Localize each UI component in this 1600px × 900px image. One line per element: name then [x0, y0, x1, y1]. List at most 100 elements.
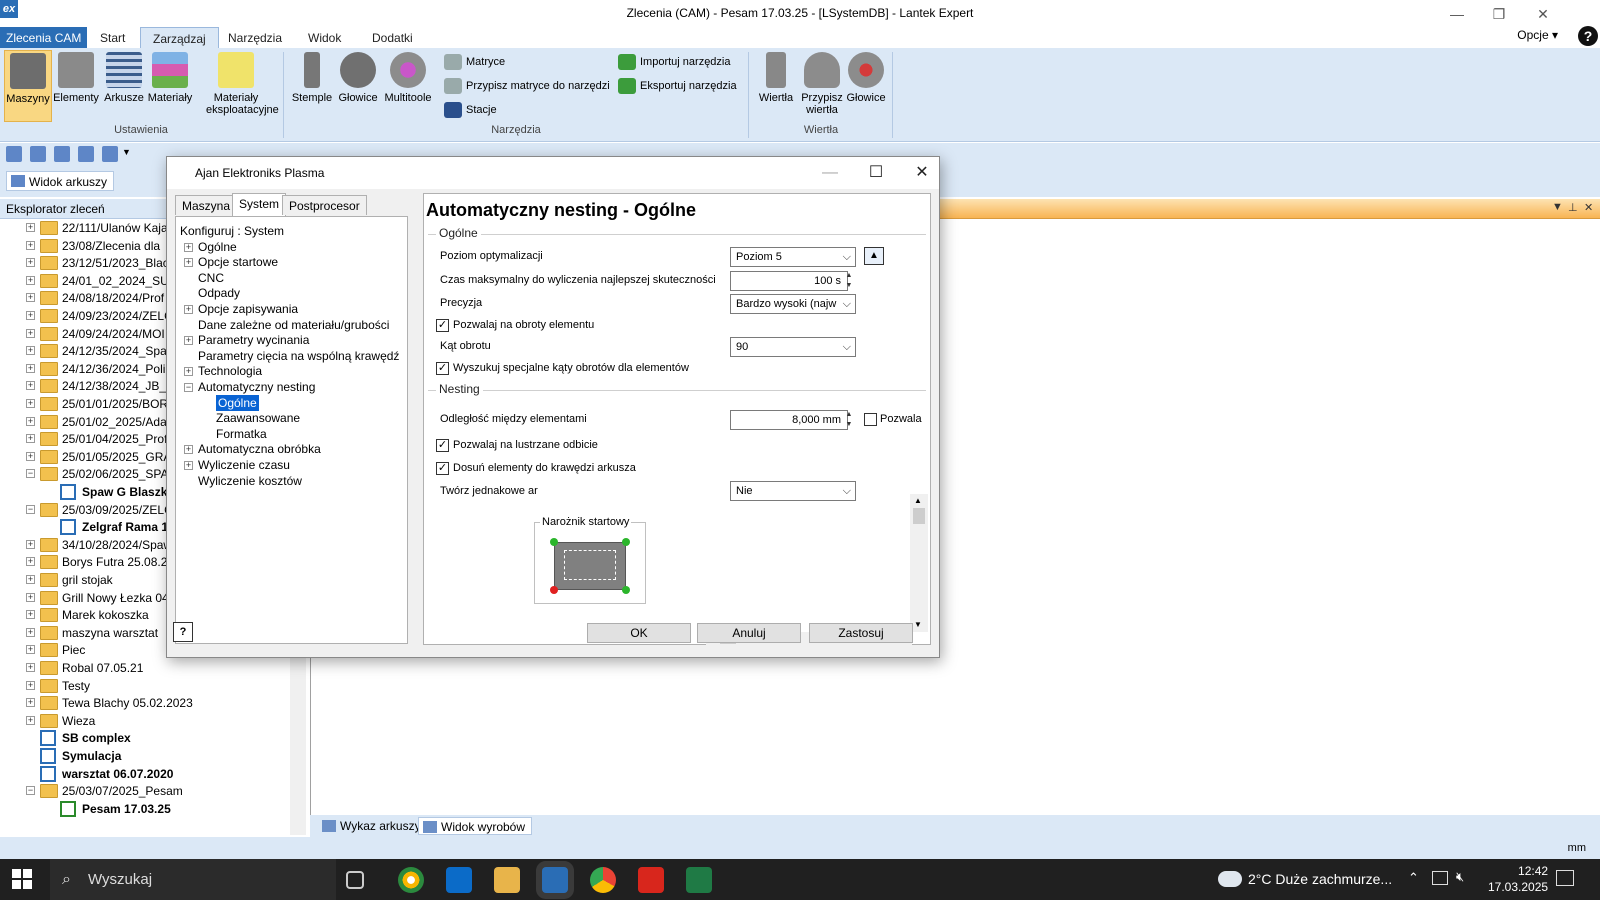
- collapse-icon[interactable]: −: [26, 469, 35, 479]
- poziom-select[interactable]: Poziom 5 ⌵: [730, 247, 856, 267]
- expand-icon[interactable]: +: [26, 627, 35, 637]
- options-menu[interactable]: Opcje ▾: [1517, 28, 1558, 42]
- przypisz-matryce-button[interactable]: Przypisz matryce do narzędzi: [444, 76, 610, 96]
- tree-item[interactable]: Konfiguruj : System: [176, 223, 406, 239]
- tree-item[interactable]: − Automatyczny nesting: [176, 379, 406, 395]
- expand-icon[interactable]: +: [184, 305, 193, 314]
- weather-widget[interactable]: 2°C Duże zachmurze...: [1218, 867, 1392, 891]
- tab-start[interactable]: Start: [88, 27, 137, 49]
- collapse-icon[interactable]: −: [26, 504, 35, 514]
- tree-item[interactable]: Parametry cięcia na wspólną krawędź: [176, 348, 406, 364]
- eksportuj-narzedzia-button[interactable]: Eksportuj narzędzia: [618, 76, 737, 96]
- expand-icon[interactable]: +: [26, 223, 35, 232]
- expand-icon[interactable]: +: [184, 336, 193, 346]
- open-icon[interactable]: [30, 146, 46, 162]
- task-view-icon[interactable]: [346, 871, 364, 889]
- specjalne-checkbox[interactable]: ✓: [436, 362, 449, 375]
- tab-narzedzia[interactable]: Narzędzia: [216, 27, 294, 49]
- tree-item[interactable]: + Automatyczna obróbka: [176, 441, 406, 457]
- expand-icon[interactable]: +: [26, 539, 35, 549]
- expand-icon[interactable]: +: [26, 680, 35, 690]
- volume-muted-icon[interactable]: 🔇︎: [1456, 869, 1464, 885]
- expand-icon[interactable]: +: [184, 367, 193, 377]
- expand-icon[interactable]: +: [26, 592, 35, 602]
- expand-icon[interactable]: +: [184, 445, 193, 455]
- minimize-button[interactable]: —: [1442, 4, 1472, 24]
- pin-icon[interactable]: ⊥: [1568, 201, 1578, 214]
- czas-spinner[interactable]: ▲ ▼: [844, 271, 854, 291]
- clock[interactable]: 12:42 17.03.2025: [1488, 863, 1548, 895]
- odleglosc-input[interactable]: 8,000 mm: [730, 410, 848, 430]
- outlook-icon[interactable]: [446, 867, 472, 893]
- przypisz-wiertla-button[interactable]: Przypisz wiertła: [798, 50, 846, 122]
- collapse-up-button[interactable]: ▲: [864, 247, 884, 265]
- tab-zlecenia-cam[interactable]: Zlecenia CAM: [0, 27, 88, 49]
- tree-item[interactable]: Wyliczenie kosztów: [176, 473, 406, 489]
- multitoole-button[interactable]: Multitoole: [384, 50, 432, 122]
- qat-dropdown-icon[interactable]: ▼: [122, 147, 131, 157]
- ok-button[interactable]: OK: [587, 623, 691, 643]
- expand-icon[interactable]: +: [26, 275, 35, 285]
- tree-item[interactable]: Odpady: [176, 285, 406, 301]
- expand-icon[interactable]: +: [26, 293, 35, 303]
- scroll-up-icon[interactable]: ▲: [914, 496, 922, 505]
- tree-item[interactable]: CNC: [176, 270, 406, 286]
- save-icon[interactable]: [54, 146, 70, 162]
- chevron-up-icon[interactable]: ⌃: [1408, 870, 1419, 886]
- taskbar-search[interactable]: ⌕ Wyszukaj: [50, 859, 336, 900]
- tab-wykaz-arkuszy[interactable]: Wykaz arkuszy: [318, 817, 427, 835]
- expand-icon[interactable]: +: [26, 258, 35, 268]
- expand-icon[interactable]: +: [26, 346, 35, 356]
- corner-top-right[interactable]: [622, 538, 630, 546]
- tree-item[interactable]: + Ogólne: [176, 239, 406, 255]
- tree-item[interactable]: + Opcje zapisywania: [176, 301, 406, 317]
- expand-icon[interactable]: +: [26, 698, 35, 708]
- expand-icon[interactable]: +: [26, 240, 35, 250]
- obroty-checkbox[interactable]: ✓: [436, 319, 449, 332]
- materialy-eksploatacyjne-button[interactable]: Materiały eksploatacyjne: [206, 50, 279, 122]
- close-button[interactable]: ✕: [1528, 4, 1558, 24]
- restore-button[interactable]: ❐: [1484, 4, 1514, 24]
- dialog-close-button[interactable]: ✕: [907, 163, 937, 183]
- maszyny-button[interactable]: Maszyny: [4, 50, 52, 122]
- expand-icon[interactable]: +: [26, 311, 35, 320]
- expand-icon[interactable]: +: [26, 399, 35, 408]
- tab-widok-wyrobow[interactable]: Widok wyrobów: [418, 817, 533, 835]
- dialog-maximize-button[interactable]: ☐: [861, 163, 891, 183]
- corner-bottom-left[interactable]: [550, 586, 558, 594]
- pozwala-checkbox[interactable]: [864, 413, 877, 426]
- dialog-minimize-button[interactable]: —: [815, 163, 845, 183]
- expand-icon[interactable]: +: [184, 242, 193, 252]
- scroll-thumb[interactable]: [913, 508, 925, 524]
- maps-icon[interactable]: [398, 867, 424, 893]
- tree-item[interactable]: Ogólne: [176, 394, 406, 411]
- tree-item[interactable]: Zaawansowane: [176, 410, 406, 426]
- dialog-help-icon[interactable]: ?: [173, 622, 193, 642]
- dropdown-icon[interactable]: ▼: [1552, 201, 1563, 213]
- expand-icon[interactable]: +: [26, 328, 35, 338]
- expand-icon[interactable]: +: [26, 381, 35, 391]
- lustrzane-checkbox[interactable]: ✓: [436, 439, 449, 452]
- corner-bottom-right[interactable]: [622, 586, 630, 594]
- expand-icon[interactable]: +: [26, 575, 35, 584]
- tree-item[interactable]: Dane zależne od materiału/grubości: [176, 317, 406, 333]
- excel-icon[interactable]: [686, 867, 712, 893]
- new-icon[interactable]: [6, 146, 22, 162]
- precyzja-select[interactable]: Bardzo wysoki (najw ⌵: [730, 294, 856, 314]
- dialog-tab-postprocesor[interactable]: Postprocesor: [282, 195, 367, 215]
- windows-start-icon[interactable]: [12, 869, 32, 889]
- elementy-button[interactable]: Elementy: [52, 50, 100, 122]
- tree-item[interactable]: + Wyliczenie czasu: [176, 457, 406, 473]
- notifications-icon[interactable]: [1556, 870, 1574, 886]
- tree-item[interactable]: + Opcje startowe: [176, 254, 406, 270]
- arkusze-button[interactable]: Arkusze: [100, 50, 148, 122]
- send-icon[interactable]: [102, 146, 118, 162]
- wiertla-button[interactable]: Wiertła: [752, 50, 800, 122]
- expand-icon[interactable]: +: [184, 258, 193, 268]
- matryce-button[interactable]: Matryce: [444, 52, 505, 72]
- collapse-icon[interactable]: −: [184, 383, 193, 392]
- odleglosc-spinner[interactable]: ▲ ▼: [844, 410, 854, 430]
- dialog-tab-system[interactable]: System: [232, 193, 287, 217]
- expand-icon[interactable]: +: [26, 645, 35, 655]
- stacje-button[interactable]: Stacje: [444, 100, 497, 120]
